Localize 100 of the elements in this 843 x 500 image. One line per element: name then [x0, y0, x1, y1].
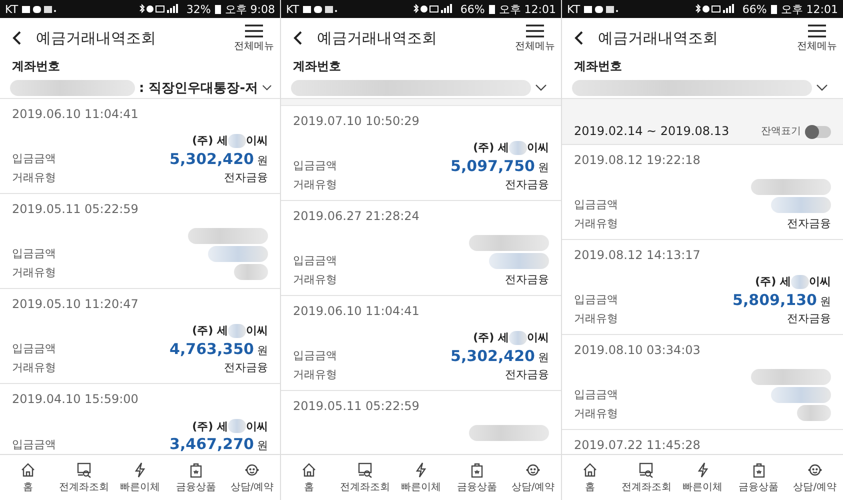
currency-unit: 원	[538, 350, 549, 365]
nav-tab[interactable]: 빠른이체	[112, 455, 168, 500]
type-label: 거래유형	[293, 272, 337, 287]
blurred-mark	[489, 252, 549, 269]
amount-label: 입금금액	[574, 387, 618, 402]
home-icon	[301, 462, 317, 478]
nav-tab[interactable]: 홈	[562, 455, 618, 500]
blurred-mark	[228, 134, 246, 148]
transaction-datetime: 2019.06.10 11:04:41	[293, 303, 420, 320]
shopping-bag-icon	[750, 462, 767, 478]
nav-tab[interactable]: 빠른이체	[393, 455, 449, 500]
currency-unit: 원	[820, 294, 831, 309]
headset-face-icon	[244, 462, 260, 478]
payee-name: 이씨	[809, 274, 831, 290]
payee-name: (주) 세	[473, 330, 509, 346]
menu-icon	[526, 24, 544, 38]
blurred-mark	[797, 405, 831, 422]
blurred-mark	[791, 274, 809, 289]
type-label: 거래유형	[574, 310, 618, 326]
transaction-type: 전자금융	[505, 272, 549, 287]
back-icon[interactable]	[574, 31, 584, 45]
payee-name: 이씨	[246, 133, 268, 148]
amount-label: 입금금액	[293, 348, 337, 364]
transaction-datetime: 2019.08.12 19:22:18	[574, 152, 702, 169]
account-search-icon	[638, 462, 654, 478]
transaction-datetime: 2019.05.11 05:22:59	[12, 201, 140, 218]
payee-name: (주) 세	[473, 140, 509, 156]
nav-tab[interactable]: 전계좌조회	[337, 455, 393, 500]
type-label: 거래유형	[293, 366, 337, 382]
battery-icon	[488, 4, 495, 14]
shopping-bag-icon	[188, 462, 204, 478]
transaction-datetime: 2019.08.10 03:34:03	[574, 342, 702, 359]
back-icon[interactable]	[293, 31, 303, 45]
nav-tab[interactable]: 홈	[281, 455, 337, 500]
deposit-amount: 5,302,420	[170, 150, 254, 168]
menu-button[interactable]: 전체메뉴	[515, 24, 555, 52]
blurred-mark	[771, 386, 831, 403]
type-label: 거래유형	[12, 264, 56, 280]
currency-unit: 원	[257, 342, 268, 358]
blurred-mark	[228, 419, 246, 433]
amount-label: 입금금액	[574, 197, 618, 212]
account-search-icon	[357, 462, 373, 478]
notification-icons-drawing	[584, 4, 618, 14]
clock-time: 오후 9:08	[224, 2, 275, 16]
transaction-type: 전자금융	[505, 366, 549, 382]
clock-time: 오후 12:01	[780, 2, 838, 16]
currency-unit: 원	[257, 438, 268, 453]
nav-tab[interactable]: 홈	[0, 455, 56, 500]
nav-tab[interactable]: 금융상품	[449, 455, 505, 500]
deposit-amount: 5,097,750	[450, 156, 535, 175]
payee-name: (주) 세	[192, 133, 228, 148]
blurred-mark	[228, 324, 246, 338]
page-title: 예금거래내역조회	[317, 28, 438, 48]
deposit-amount: 3,467,270	[170, 435, 254, 453]
page-title: 예금거래내역조회	[36, 28, 157, 48]
carrier-name: KT	[286, 2, 300, 16]
battery-percent: 32%	[186, 2, 211, 16]
nav-tab[interactable]: 금융상품	[730, 455, 787, 500]
notification-icons-drawing	[22, 4, 56, 14]
blurred-mark	[234, 264, 268, 280]
nav-tab[interactable]: 상담/예약	[786, 455, 843, 500]
transaction-type: 전자금융	[224, 360, 268, 375]
amount-label: 입금금액	[12, 246, 56, 262]
nav-tab[interactable]: 상담/예약	[224, 455, 280, 500]
battery-icon	[214, 4, 221, 14]
nav-tab[interactable]: 금융상품	[168, 455, 224, 500]
blurred-mark	[208, 246, 268, 262]
menu-icon	[808, 24, 826, 38]
deposit-amount: 5,302,420	[450, 346, 535, 365]
deposit-amount: 5,809,130	[732, 290, 817, 309]
back-icon[interactable]	[12, 31, 22, 45]
transaction-datetime: 2019.07.10 10:50:29	[293, 113, 420, 130]
home-icon	[20, 462, 36, 478]
balance-toggle[interactable]	[805, 126, 831, 138]
transaction-datetime: 2019.05.11 05:22:59	[293, 398, 420, 415]
nav-tab[interactable]: 전계좌조회	[56, 455, 112, 500]
transaction-type: 전자금융	[505, 176, 549, 192]
blurred-mark	[509, 330, 527, 345]
account-select[interactable]: : 직장인우대통장-저	[4, 78, 272, 98]
nav-tab[interactable]: 상담/예약	[505, 455, 561, 500]
menu-icon	[245, 24, 263, 38]
amount-label: 입금금액	[293, 253, 337, 268]
battery-percent: 66%	[742, 2, 767, 16]
carrier-name: KT	[5, 2, 18, 16]
lightning-icon	[413, 462, 429, 478]
payee-name: (주) 세	[192, 323, 228, 338]
payee-name: 이씨	[527, 140, 549, 156]
account-search-icon	[76, 462, 92, 478]
payee-name: 이씨	[246, 323, 268, 338]
menu-button[interactable]: 전체메뉴	[234, 24, 274, 52]
transaction-type: 전자금융	[224, 170, 268, 185]
deposit-amount: 4,763,350	[170, 340, 254, 358]
payee-name: 이씨	[246, 418, 268, 434]
nav-tab[interactable]: 빠른이체	[674, 455, 731, 500]
transaction-datetime: 2019.06.10 11:04:41	[12, 106, 140, 123]
nav-tab[interactable]: 전계좌조회	[618, 455, 674, 500]
amount-label: 입금금액	[293, 158, 337, 174]
menu-button[interactable]: 전체메뉴	[797, 24, 837, 52]
lightning-icon	[132, 462, 148, 478]
type-label: 거래유형	[12, 360, 56, 375]
